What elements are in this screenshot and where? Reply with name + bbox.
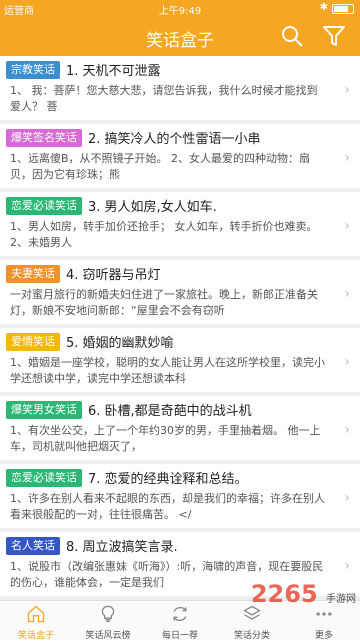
tab-label: 每日一荐 <box>161 631 198 641</box>
category-tag: 爆笑男女笑话 <box>6 401 82 419</box>
category-tag: 爱情笑话 <box>6 333 60 351</box>
status-bar: 运营商 上午9:49 ✱ <box>0 0 360 17</box>
chevron-right-icon: › <box>344 150 350 166</box>
item-excerpt: 1、许多在别人看来不起眼的东西，却是我们的幸福；许多在别人看来很般配的一对，往往… <box>10 492 325 521</box>
watermark-brand: 2265 <box>250 580 318 608</box>
chevron-right-icon: › <box>344 82 350 98</box>
item-excerpt: 1、 我：菩萨！您大慈大悲，请您告诉我，我什么时候才能找到爱人？ 菩 <box>10 84 318 113</box>
item-title: 2. 搞笑冷人的个性雷语一小串 <box>88 132 261 147</box>
watermark-logo: 2265 手游网 <box>251 580 356 608</box>
item-title: 6. 卧槽,都是奇葩中的战斗机 <box>88 404 252 419</box>
clock: 上午9:49 <box>158 6 202 17</box>
bulb-icon <box>101 605 115 623</box>
refresh-icon <box>173 606 187 622</box>
chevron-right-icon: › <box>344 286 350 302</box>
joke-list: 宗教笑话 1. 天机不可泄露 1、 我：菩萨！您大慈大悲，请您告诉我，我什么时候才能… <box>0 56 360 600</box>
category-tag: 爆笑签名笑话 <box>6 129 82 147</box>
search-icon[interactable] <box>280 24 304 48</box>
list-item[interactable]: 恋爱必读笑话 3. 男人如房,女人如车. 1、男人如房，转手加价还抢手； 女人如车，… <box>0 192 360 260</box>
battery-icon <box>332 4 354 14</box>
page-title: 笑话盒子 <box>146 31 214 51</box>
item-excerpt: 一对蜜月旅行的新婚夫妇住进了一家旅社。晚上，新郎正准备关灯，新娘不安地问新郎：“… <box>10 288 318 317</box>
category-tag: 名人笑话 <box>6 537 60 555</box>
item-excerpt: 1、男人如房，转手加价还抢手； 女人如车，转手折价也难卖。 2、未婚男人 <box>10 220 318 249</box>
item-title: 8. 周立波搞笑言录. <box>66 540 178 555</box>
chevron-right-icon: › <box>344 422 350 438</box>
category-tag: 恋爱必读笑话 <box>6 197 82 215</box>
item-title: 5. 婚姻的幽默妙喻 <box>66 336 174 351</box>
item-excerpt: 1、有次坐公交，上了一个年约30岁的男，手里抽着烟。 他一上车，司机就叫他把烟灭… <box>10 424 321 453</box>
item-title: 4. 窃听器与吊灯 <box>66 268 161 283</box>
list-item[interactable]: 夫妻笑话 4. 窃听器与吊灯一对蜜月旅行的新婚夫妇住进了一家旅社。晚上，新郎正准备… <box>0 260 360 328</box>
list-item[interactable]: 爆笑签名笑话 2. 搞笑冷人的个性雷语一小串 1、远离傻B，从不照镜子开始。 2、女… <box>0 124 360 192</box>
tab-home[interactable]: 笑话盒子 <box>0 601 72 641</box>
list-item[interactable]: 宗教笑话 1. 天机不可泄露 1、 我：菩萨！您大慈大悲，请您告诉我，我什么时候才能… <box>0 56 360 124</box>
tab-label: 更多 <box>314 631 333 641</box>
category-tag: 夫妻笑话 <box>6 265 60 283</box>
nav-bar: 笑话盒子 <box>0 16 360 56</box>
item-title: 7. 恋爱的经典诠释和总结。 <box>88 472 248 487</box>
chevron-right-icon: › <box>344 558 350 574</box>
category-tag: 恋爱必读笑话 <box>6 469 82 487</box>
item-title: 3. 男人如房,女人如车. <box>88 200 217 215</box>
tab-label: 笑话风云榜 <box>85 631 131 641</box>
tab-label: 笑话分类 <box>233 631 270 641</box>
list-item[interactable]: 爆笑男女笑话 6. 卧槽,都是奇葩中的战斗机 1、有次坐公交，上了一个年约30岁的男… <box>0 396 360 464</box>
category-tag: 宗教笑话 <box>6 61 60 79</box>
item-title: 1. 天机不可泄露 <box>66 64 161 79</box>
item-excerpt: 1、婚姻是一座学校，聪明的女人能让男人在这所学校里，读完小学还想读中学，读完中学… <box>10 356 325 385</box>
list-item[interactable]: 爱情笑话 5. 婚姻的幽默妙喻 1、婚姻是一座学校，聪明的女人能让男人在这所学校里，… <box>0 328 360 396</box>
tab-bulb[interactable]: 笑话风云榜 <box>72 601 144 641</box>
list-item[interactable]: 恋爱必读笑话 7. 恋爱的经典诠释和总结。 1、许多在别人看来不起眼的东西，却是我们… <box>0 464 360 532</box>
chevron-right-icon: › <box>344 354 350 370</box>
item-excerpt: 1、远离傻B，从不照镜子开始。 2、女人最爱的四种动物：扇贝，因为它有珍珠；熊 <box>10 152 311 181</box>
chevron-right-icon: › <box>344 218 350 234</box>
tab-label: 笑话盒子 <box>17 631 54 641</box>
watermark-sub: 手游网 <box>326 594 356 605</box>
filter-icon[interactable] <box>322 24 346 48</box>
home-icon <box>27 605 45 623</box>
tab-refresh[interactable]: 每日一荐 <box>144 601 216 641</box>
bluetooth-icon: ✱ <box>319 2 328 13</box>
chevron-right-icon: › <box>344 490 350 506</box>
